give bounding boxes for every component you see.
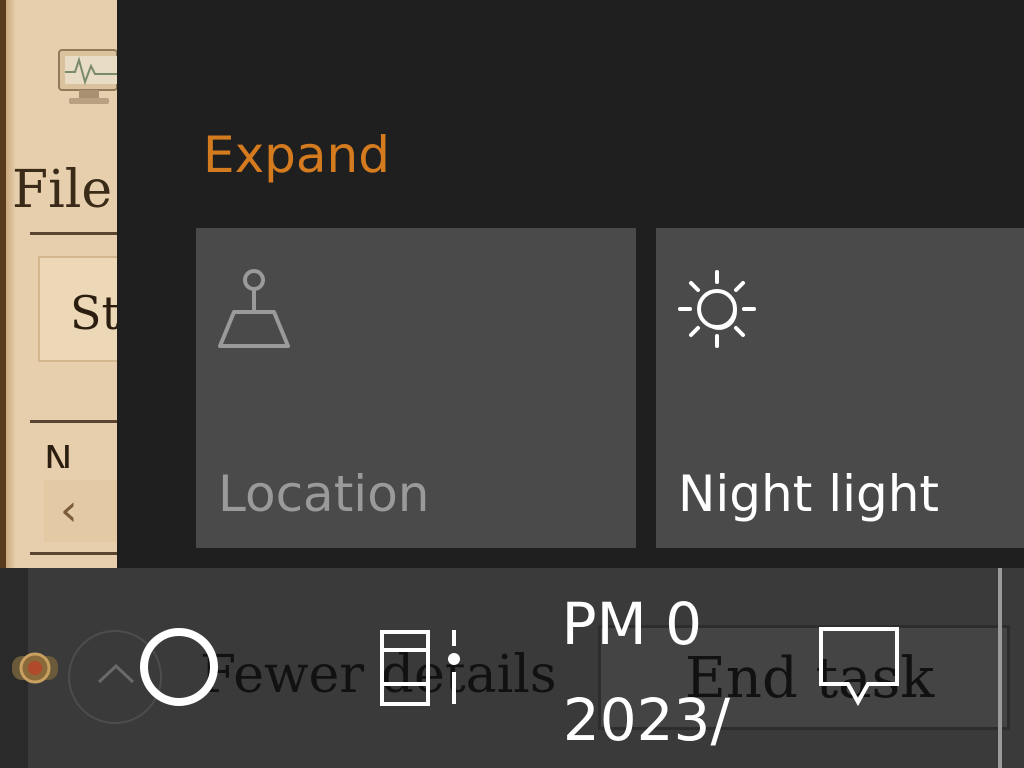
task-manager-icon <box>58 49 117 104</box>
clock-time[interactable]: 0 PM <box>532 590 702 658</box>
task-view-icon[interactable] <box>378 628 468 708</box>
cortana-icon[interactable] <box>140 628 218 706</box>
quick-action-location[interactable]: Location <box>196 228 636 548</box>
notification-icon[interactable] <box>818 626 902 710</box>
task-manager-window: File St N ‹ <box>0 0 117 568</box>
menu-file[interactable]: File <box>12 160 112 220</box>
chevron-up-icon <box>97 663 135 684</box>
action-center-panel: Expand Location Night light <box>117 0 1024 568</box>
tab-label: St <box>70 286 117 340</box>
location-icon <box>218 269 290 348</box>
tile-label: Night light <box>678 465 940 523</box>
tile-label: Location <box>218 465 430 523</box>
tray-app-icon[interactable] <box>10 648 60 688</box>
divider <box>30 552 117 555</box>
divider <box>30 420 117 423</box>
scroll-left-button[interactable]: ‹ <box>44 480 117 542</box>
expand-link[interactable]: Expand <box>203 126 390 184</box>
quick-action-night-light[interactable]: Night light <box>656 228 1024 548</box>
show-desktop-button[interactable] <box>998 568 1002 768</box>
clock-date[interactable]: /2023 <box>540 686 730 754</box>
window-shadow <box>6 0 16 568</box>
divider <box>30 232 117 235</box>
night-light-icon <box>678 270 756 348</box>
column-header-name[interactable]: N <box>44 438 72 468</box>
tab-processes[interactable]: St <box>38 256 117 362</box>
